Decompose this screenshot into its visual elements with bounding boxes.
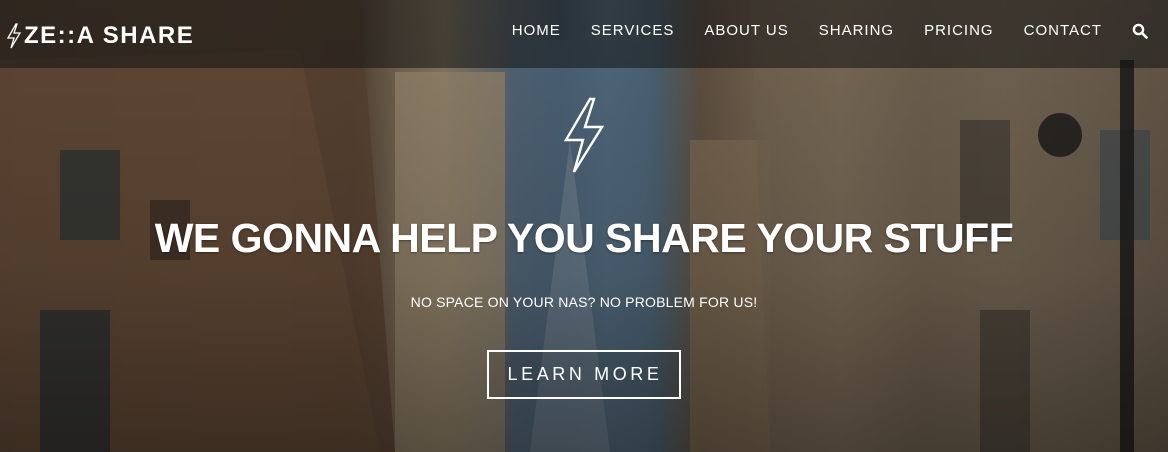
nav-services[interactable]: SERVICES <box>591 22 675 39</box>
nav-home[interactable]: HOME <box>512 22 561 39</box>
search-icon[interactable] <box>1132 23 1148 39</box>
top-navbar: ZE::A SHARE HOME SERVICES ABOUT US SHARI… <box>0 0 1168 68</box>
nav-pricing[interactable]: PRICING <box>924 22 994 39</box>
lightning-bolt-icon <box>6 23 22 49</box>
learn-more-button[interactable]: LEARN MORE <box>487 350 681 400</box>
hero-subheadline: NO SPACE ON YOUR NAS? NO PROBLEM FOR US! <box>410 294 758 311</box>
nav-sharing[interactable]: SHARING <box>819 22 894 39</box>
brand-logo-link[interactable]: ZE::A SHARE <box>6 21 194 51</box>
nav-contact[interactable]: CONTACT <box>1024 22 1102 39</box>
nav-about-us[interactable]: ABOUT US <box>704 22 788 39</box>
brand-name: ZE::A SHARE <box>24 22 195 49</box>
hero-content: WE GONNA HELP YOU SHARE YOUR STUFF NO SP… <box>0 96 1168 400</box>
lightning-bolt-icon <box>563 97 605 173</box>
main-nav: HOME SERVICES ABOUT US SHARING PRICING C… <box>482 22 1148 39</box>
hero-section: ZE::A SHARE HOME SERVICES ABOUT US SHARI… <box>0 0 1168 452</box>
hero-headline: WE GONNA HELP YOU SHARE YOUR STUFF <box>154 215 1014 261</box>
